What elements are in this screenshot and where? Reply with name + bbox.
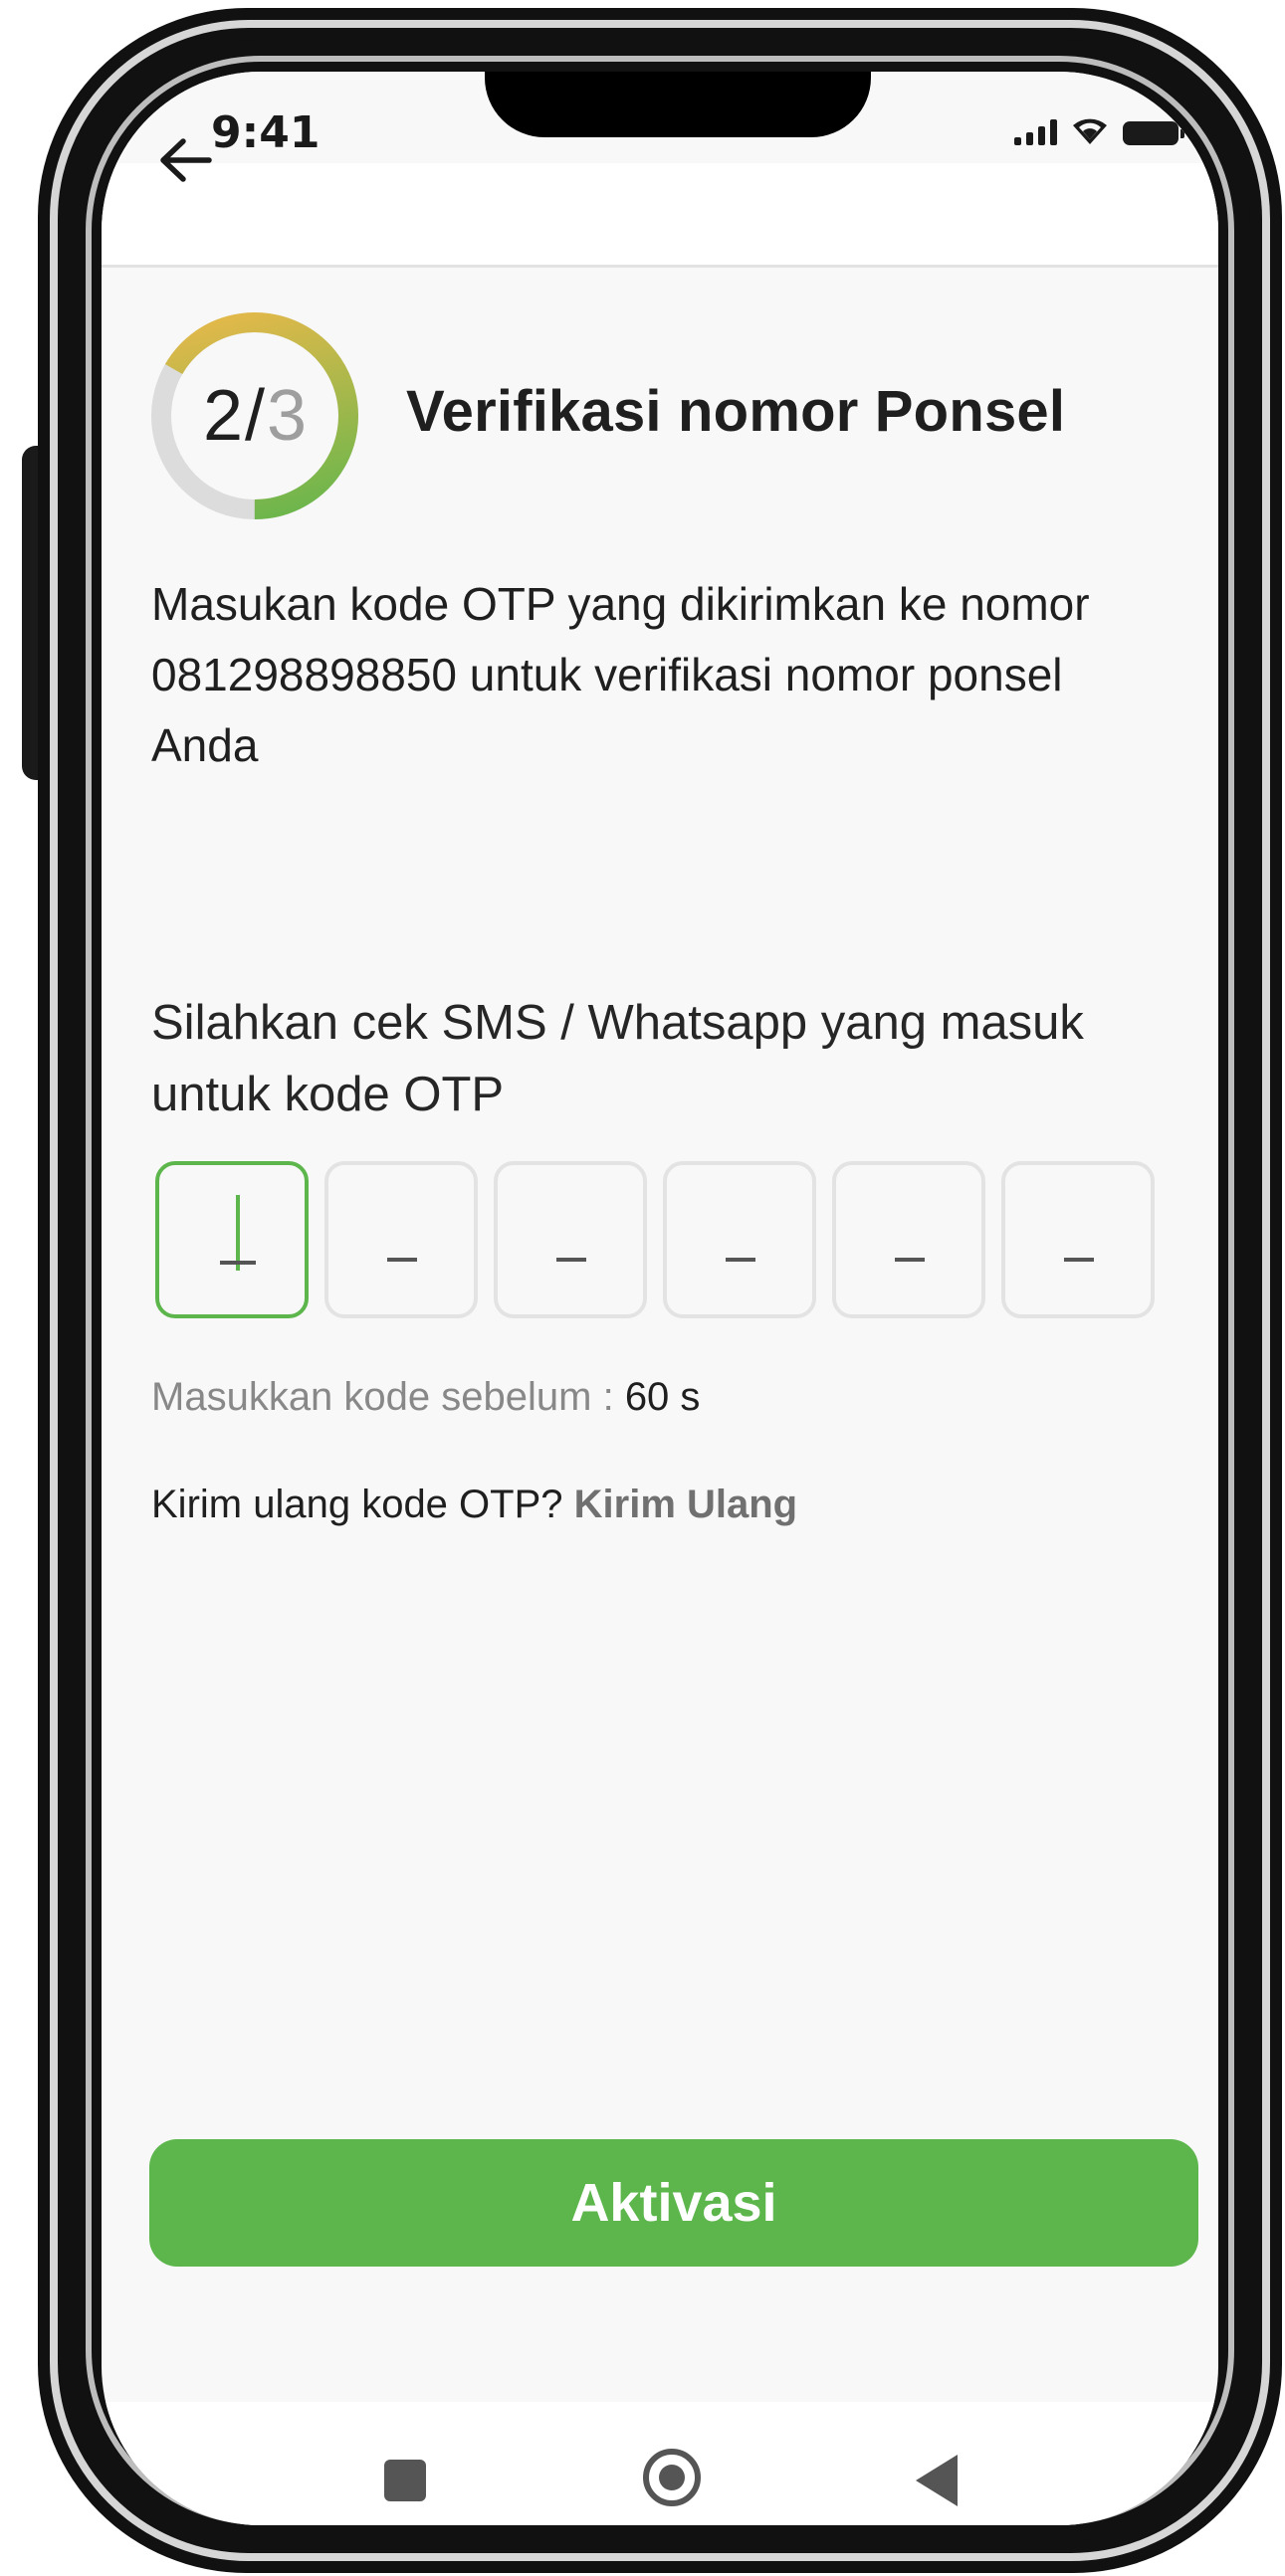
back-triangle-icon[interactable] [916, 2455, 958, 2506]
otp-input-group [155, 1161, 1155, 1318]
otp-instruction: Silahkan cek SMS / Whatsapp yang masuk u… [151, 996, 1084, 1121]
step-current: 2 [202, 376, 243, 456]
activate-button[interactable]: Aktivasi [149, 2139, 1198, 2267]
resend-link[interactable]: Kirim Ulang [574, 1483, 797, 1526]
otp-placeholder-dash [1064, 1258, 1094, 1262]
battery-icon [1123, 121, 1184, 145]
arrow-left-icon[interactable] [157, 131, 215, 189]
recents-square-icon[interactable] [384, 2460, 426, 2501]
wifi-icon [1073, 118, 1107, 144]
otp-placeholder-dash [220, 1261, 256, 1265]
signal-icon [1014, 119, 1057, 145]
text-cursor [236, 1195, 240, 1271]
home-circle-icon[interactable] [643, 2449, 701, 2506]
timer-value: 60 s [624, 1375, 701, 1419]
step-counter: 2/3 [149, 310, 360, 521]
otp-digit-3[interactable] [494, 1161, 647, 1318]
step-separator: / [244, 376, 265, 456]
otp-digit-4[interactable] [663, 1161, 816, 1318]
otp-digit-6[interactable] [1001, 1161, 1155, 1318]
otp-placeholder-dash [895, 1258, 925, 1262]
resend-prompt: Kirim ulang kode OTP? [151, 1483, 574, 1526]
page-description: Masukan kode OTP yang dikirimkan ke nomo… [151, 578, 1090, 771]
camera-notch [485, 72, 871, 137]
status-icons [1014, 115, 1184, 145]
otp-digit-2[interactable] [324, 1161, 478, 1318]
otp-digit-5[interactable] [832, 1161, 985, 1318]
phone-screen: 9:41 2/3 Verifikasi nomor Ponsel Masukan… [102, 72, 1218, 2525]
step-total: 3 [267, 376, 308, 456]
page-title: Verifikasi nomor Ponsel [406, 379, 1066, 444]
status-time: 9:41 [211, 107, 321, 158]
resend-row: Kirim ulang kode OTP? Kirim Ulang [151, 1483, 797, 1527]
app-bar [102, 163, 1218, 268]
otp-placeholder-dash [556, 1258, 586, 1262]
timer-label: Masukkan kode sebelum : [151, 1375, 625, 1419]
otp-digit-1[interactable] [155, 1161, 309, 1318]
otp-placeholder-dash [387, 1258, 417, 1262]
otp-placeholder-dash [726, 1258, 755, 1262]
otp-timer: Masukkan kode sebelum : 60 s [151, 1375, 700, 1420]
